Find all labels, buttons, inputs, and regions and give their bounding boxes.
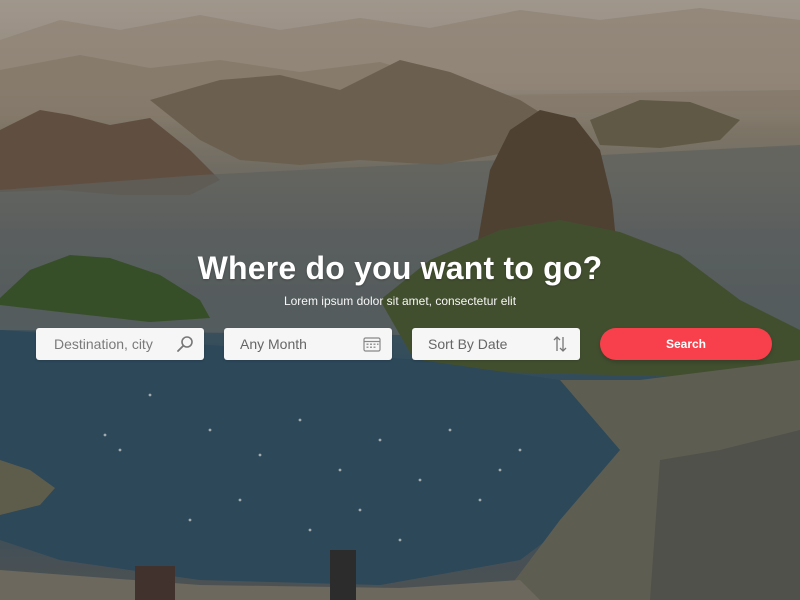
sort-select[interactable]: Sort By Date (412, 328, 580, 360)
search-icon[interactable] (176, 334, 194, 354)
destination-field[interactable] (36, 328, 204, 360)
sort-arrows-icon (550, 334, 570, 354)
month-select[interactable]: Any Month (224, 328, 392, 360)
page-title: Where do you want to go? (197, 250, 603, 286)
calendar-icon (362, 334, 382, 354)
month-select-value: Any Month (240, 336, 307, 352)
search-button[interactable]: Search (600, 328, 772, 360)
sort-select-value: Sort By Date (428, 336, 508, 352)
destination-input[interactable] (52, 335, 176, 353)
page-subtitle: Lorem ipsum dolor sit amet, consectetur … (283, 294, 517, 308)
